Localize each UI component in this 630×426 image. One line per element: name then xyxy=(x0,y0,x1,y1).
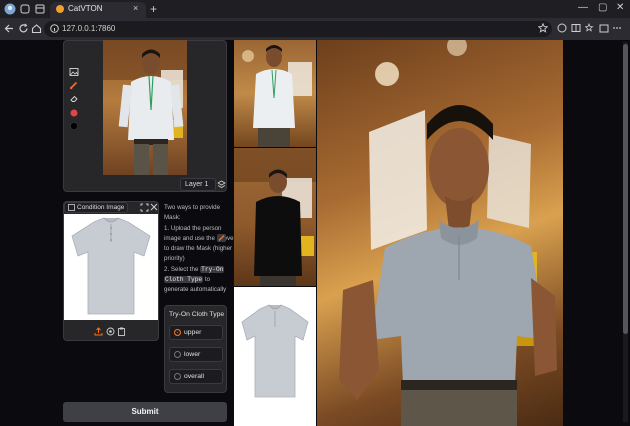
close-window-button[interactable]: ✕ xyxy=(616,2,624,13)
layer-selector-button[interactable]: Layer 1 xyxy=(180,178,216,191)
brush-icon[interactable] xyxy=(68,79,80,91)
fullscreen-icon[interactable] xyxy=(140,203,149,212)
back-icon[interactable] xyxy=(4,23,15,34)
step2-text-a: 2. Select the xyxy=(164,265,199,273)
result-image[interactable] xyxy=(317,40,563,426)
new-tab-button[interactable]: + xyxy=(150,2,157,16)
editor-toolbar xyxy=(68,66,80,132)
home-icon[interactable] xyxy=(31,23,42,34)
refresh-icon[interactable] xyxy=(18,23,29,34)
cloth-type-label-overall[interactable]: overall xyxy=(184,373,204,380)
page-scrollbar-thumb[interactable] xyxy=(623,44,628,334)
instructions-step1: 1. Upload the person image and use the a… xyxy=(164,224,234,265)
radio-overall[interactable] xyxy=(174,373,181,380)
workspaces-icon[interactable] xyxy=(20,4,30,14)
color-icon[interactable] xyxy=(68,107,80,119)
condition-image-label: Condition Image xyxy=(64,202,129,213)
close-icon[interactable] xyxy=(150,203,158,211)
favorite-star-icon[interactable] xyxy=(538,23,548,33)
more-options-icon[interactable] xyxy=(612,24,622,32)
brush-inline-icon xyxy=(216,233,226,242)
step1-text-a: 1. Upload the person image and use the xyxy=(164,224,222,242)
image-icon[interactable] xyxy=(68,66,80,78)
tab-close-icon[interactable]: × xyxy=(133,3,138,13)
address-bar[interactable] xyxy=(44,21,552,37)
site-info-icon[interactable] xyxy=(50,24,59,33)
upload-icon[interactable] xyxy=(94,327,103,336)
instructions-step2: 2. Select the Try-On Cloth Type to gener… xyxy=(164,265,234,296)
condition-image-label-text: Condition Image xyxy=(77,204,125,211)
cloth-type-label-upper[interactable]: upper xyxy=(184,329,201,336)
gallery-person-black-shirt[interactable] xyxy=(234,148,316,286)
camera-icon[interactable] xyxy=(106,327,115,336)
condition-image-shirt[interactable] xyxy=(64,214,158,320)
mask-instructions: Two ways to provide Mask: 1. Upload the … xyxy=(164,203,234,296)
collections-icon[interactable] xyxy=(599,23,609,33)
image-label-icon xyxy=(68,203,75,211)
tab-actions-icon[interactable] xyxy=(35,4,45,14)
code-cloth-type: Cloth Type xyxy=(164,276,204,284)
person-image[interactable] xyxy=(103,40,187,175)
instructions-intro: Two ways to provide Mask: xyxy=(164,204,221,222)
radio-upper[interactable] xyxy=(174,329,181,336)
extension-icon[interactable] xyxy=(557,23,567,33)
submit-button[interactable]: Submit xyxy=(63,402,227,422)
cloth-type-title: Try-On Cloth Type xyxy=(169,311,225,318)
minimize-button[interactable]: — xyxy=(578,2,588,13)
profile-avatar-icon[interactable] xyxy=(4,3,16,15)
clipboard-icon[interactable] xyxy=(117,327,126,336)
size-icon[interactable] xyxy=(68,120,80,132)
radio-lower[interactable] xyxy=(174,351,181,358)
split-screen-icon[interactable] xyxy=(571,23,581,33)
cloth-type-label-lower[interactable]: lower xyxy=(184,351,200,358)
maximize-button[interactable]: ▢ xyxy=(598,2,607,13)
gallery-grey-polo-shirt[interactable] xyxy=(234,287,316,426)
layers-icon[interactable] xyxy=(217,180,226,190)
favorites-icon[interactable] xyxy=(585,23,595,33)
tab-favicon-icon xyxy=(56,5,64,13)
url-text[interactable]: 127.0.0.1:7860 xyxy=(62,24,115,33)
gallery-person-white-shirt[interactable] xyxy=(234,40,316,147)
tab-title: CatVTON xyxy=(68,4,103,13)
eraser-icon[interactable] xyxy=(68,92,80,104)
code-try-on: Try-On xyxy=(200,265,225,273)
